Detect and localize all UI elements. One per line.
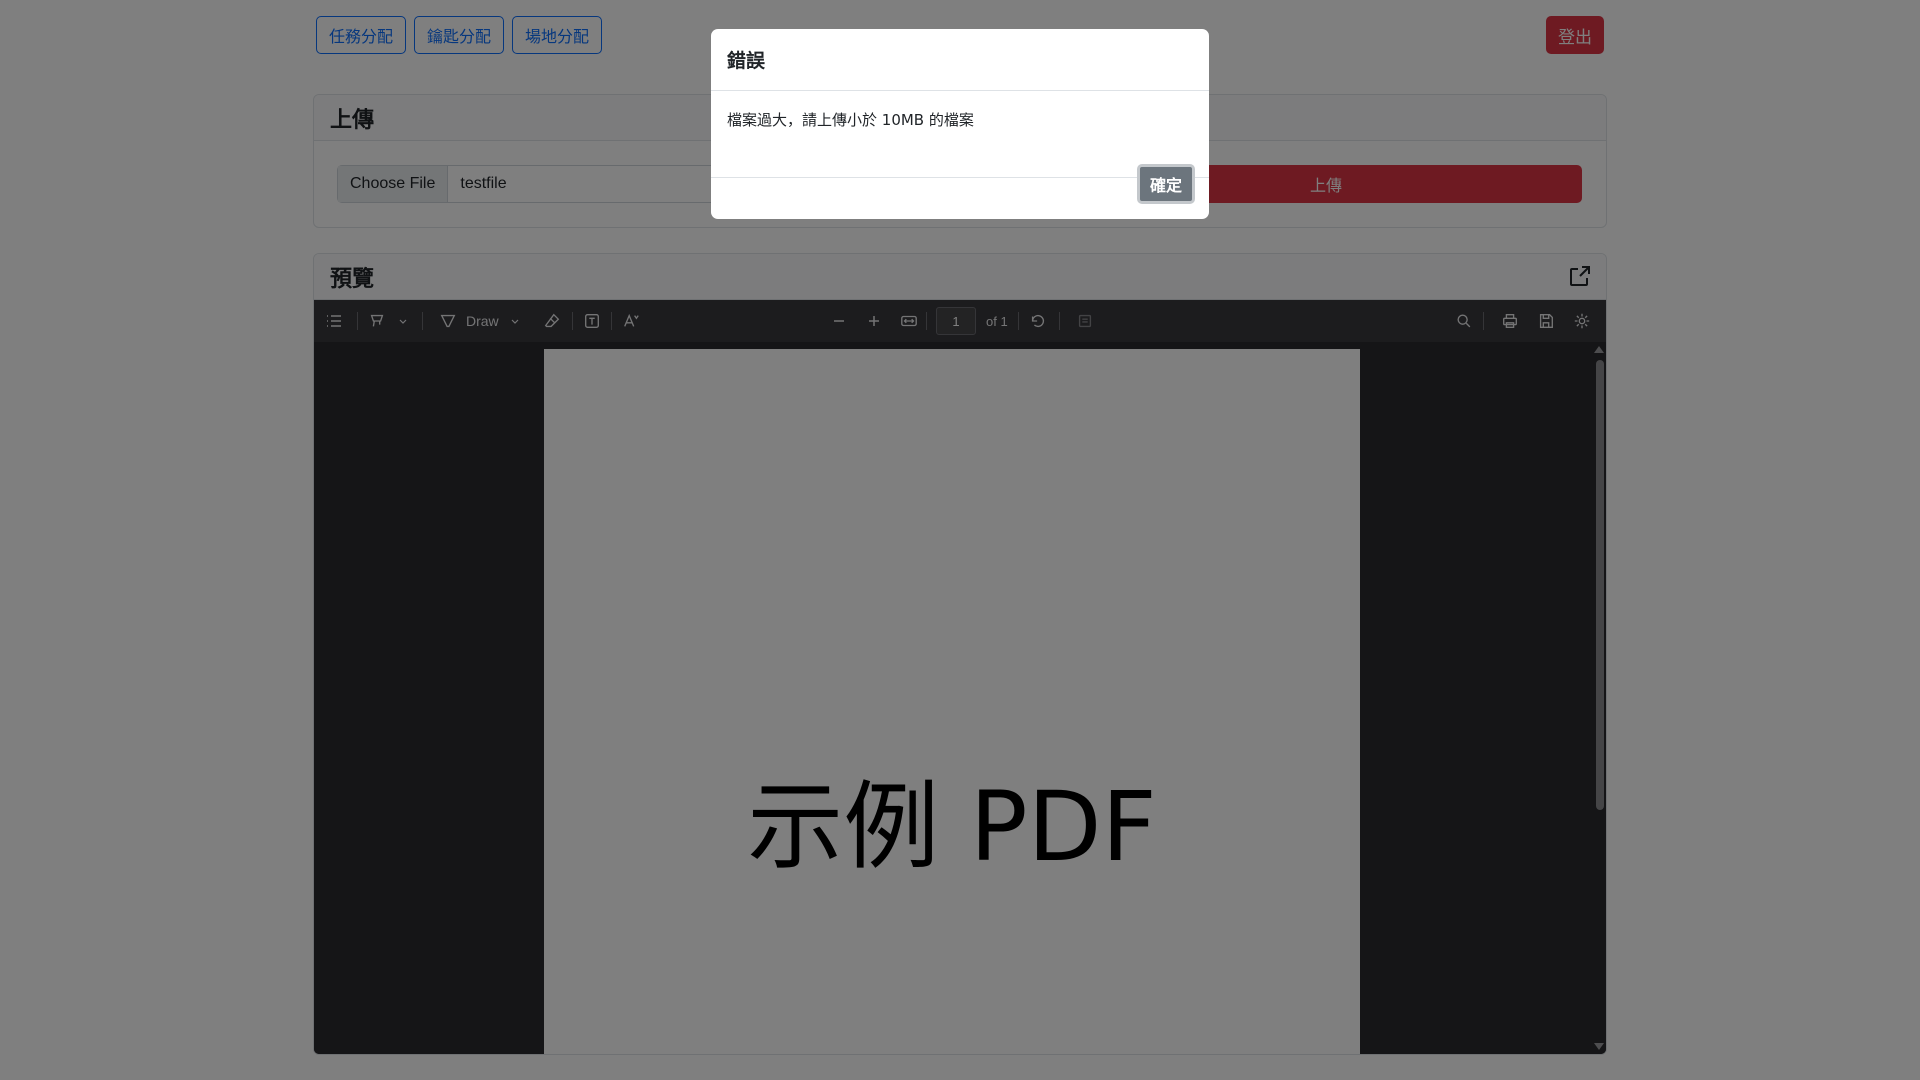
- modal-title: 錯誤: [711, 29, 1209, 91]
- modal-message: 檔案過大，請上傳小於 10MB 的檔案: [727, 111, 974, 129]
- error-modal: 錯誤 檔案過大，請上傳小於 10MB 的檔案 確定: [711, 29, 1209, 219]
- modal-body: 檔案過大，請上傳小於 10MB 的檔案: [711, 91, 1209, 178]
- confirm-button[interactable]: 確定: [1137, 164, 1195, 204]
